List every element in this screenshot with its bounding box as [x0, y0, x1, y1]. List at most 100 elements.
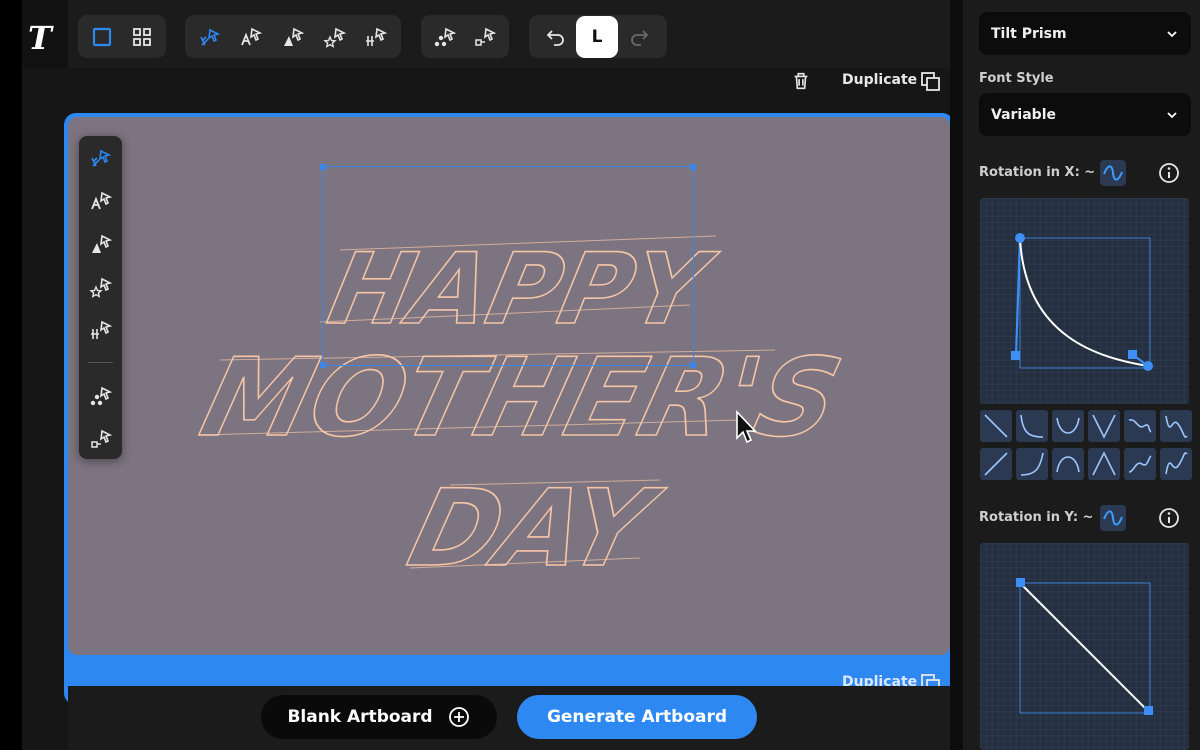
wave-icon [1103, 510, 1123, 526]
tool-letter-select[interactable] [231, 15, 273, 58]
align-left-button[interactable]: L [576, 15, 618, 58]
resize-handle[interactable] [690, 164, 696, 170]
selection-box[interactable] [320, 164, 696, 368]
grid-icon [133, 27, 151, 46]
easing-presets [978, 410, 1192, 482]
rotation-y-curve-editor[interactable] [980, 543, 1189, 750]
undo-button[interactable] [533, 15, 576, 58]
resize-handle[interactable] [690, 362, 696, 368]
generate-artboard-button[interactable]: Generate Artboard [517, 695, 757, 739]
curve-mode-toggle-x[interactable] [1100, 160, 1126, 186]
align-left-label: L [591, 26, 603, 47]
ease-v-icon [1092, 414, 1116, 439]
tool-star-select[interactable] [314, 15, 356, 58]
view-mode-group [78, 15, 166, 58]
ease-linear-icon [984, 414, 1008, 438]
ease-caret-icon [1092, 451, 1116, 476]
ease-in-down[interactable] [1016, 410, 1048, 442]
mouse-cursor-icon [736, 410, 757, 444]
tool-shape-select[interactable] [272, 15, 314, 58]
tool-move-all[interactable] [189, 15, 231, 58]
app-logo[interactable]: T [28, 20, 54, 56]
curve-graph-y[interactable] [980, 543, 1189, 750]
ease-linear-icon [984, 452, 1008, 476]
redo-icon [630, 29, 648, 46]
ease-valley[interactable] [1052, 410, 1084, 442]
rotation-y-label: Rotation in Y: ~ [979, 510, 1094, 525]
palette-divider [88, 362, 113, 363]
ease-linear-up[interactable] [980, 448, 1012, 480]
ease-step-down[interactable] [1124, 410, 1156, 442]
rotation-x-label: Rotation in X: ~ [979, 165, 1096, 180]
floating-tool-palette [79, 136, 122, 459]
star-cursor-icon [322, 27, 346, 48]
plus-circle-icon [448, 707, 469, 727]
font-family-select[interactable]: Tilt Prism [979, 12, 1191, 55]
palette-node-select[interactable] [85, 380, 116, 411]
selection-tools-group [185, 15, 401, 58]
curve-graph-x[interactable] [980, 198, 1189, 404]
blank-artboard-label: Blank Artboard [287, 707, 433, 727]
chevron-down-icon [1167, 111, 1177, 118]
grid-view-button[interactable] [122, 15, 162, 58]
font-style-select[interactable]: Variable [979, 93, 1191, 136]
copy-icon [921, 72, 940, 91]
curve-mode-toggle-y[interactable] [1100, 505, 1126, 531]
duplicate-button[interactable] [915, 66, 945, 96]
cursor-move-icon [90, 149, 111, 167]
split-cursor-icon [366, 27, 388, 46]
ease-hill-icon [1056, 456, 1080, 473]
duplicate-label[interactable]: Duplicate [842, 72, 917, 88]
star-cursor-icon [88, 277, 112, 298]
cursor-move-icon [200, 28, 221, 46]
delete-artboard-button[interactable] [786, 66, 816, 96]
split-cursor-icon [90, 320, 112, 339]
square-icon [92, 27, 112, 46]
palette-star-select[interactable] [85, 271, 116, 302]
ease-wave-up[interactable] [1160, 448, 1192, 480]
ease-step-icon [1128, 419, 1152, 433]
node-cursor-icon [90, 386, 112, 405]
ease-wave-icon [1165, 415, 1188, 438]
ease-valley-icon [1056, 417, 1080, 434]
resize-handle[interactable] [320, 164, 326, 170]
ease-caret[interactable] [1088, 448, 1120, 480]
redo-button[interactable] [618, 15, 661, 58]
ease-wave-down[interactable] [1160, 410, 1192, 442]
letter-cursor-icon [241, 27, 263, 45]
ease-wave-icon [1165, 452, 1188, 475]
ease-step-up[interactable] [1124, 448, 1156, 480]
ease-linear-down[interactable] [980, 410, 1012, 442]
info-icon[interactable] [1158, 507, 1180, 529]
undo-icon [546, 29, 564, 46]
ease-in-up[interactable] [1016, 448, 1048, 480]
ease-in-icon [1020, 452, 1044, 476]
history-group: L [529, 15, 667, 58]
font-style-value: Variable [991, 106, 1056, 123]
point-cursor-icon [475, 27, 497, 46]
single-view-button[interactable] [82, 15, 122, 58]
palette-move-all[interactable] [85, 142, 116, 173]
tool-node-select[interactable] [425, 15, 465, 58]
tool-point-select[interactable] [465, 15, 505, 58]
wave-icon [1103, 165, 1123, 181]
tool-split-select[interactable] [355, 15, 397, 58]
info-icon[interactable] [1158, 162, 1180, 184]
app-root: T L Duplicate Duplicate HAPPY MOTHER'S D… [0, 0, 1200, 750]
node-cursor-icon [434, 27, 457, 46]
palette-split-select[interactable] [85, 314, 116, 345]
ease-v[interactable] [1088, 410, 1120, 442]
palette-point-select[interactable] [85, 423, 116, 454]
blank-artboard-button[interactable]: Blank Artboard [261, 695, 497, 739]
point-cursor-icon [90, 429, 112, 448]
ease-hill[interactable] [1052, 448, 1084, 480]
font-family-value: Tilt Prism [991, 25, 1067, 42]
palette-letter-select[interactable] [85, 185, 116, 216]
rotation-x-curve-editor[interactable] [980, 198, 1189, 404]
node-tools-group [421, 15, 509, 58]
chevron-down-icon [1167, 30, 1177, 37]
generate-artboard-label: Generate Artboard [546, 707, 728, 727]
resize-handle[interactable] [320, 362, 326, 368]
palette-shape-select[interactable] [85, 228, 116, 259]
trash-icon [794, 72, 808, 90]
